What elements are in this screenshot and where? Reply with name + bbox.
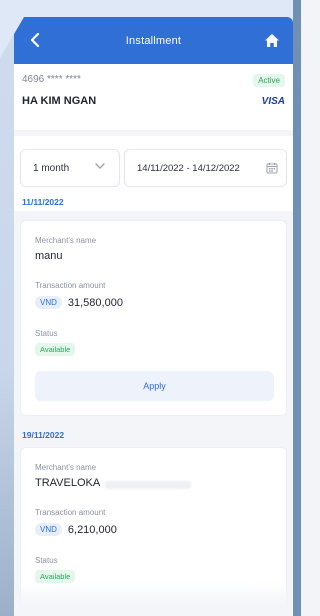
card-holder-name: HA KIM NGAN [22,95,97,107]
merchant-label: Merchant's name [35,463,97,472]
amount-row: VND 31,580,000 [35,296,123,309]
date-group-header: 19/11/2022 [22,430,65,440]
merchant-name: TRAVELOKA [35,477,101,489]
app-header: Installment [14,17,293,64]
chevron-down-icon [95,163,105,169]
transaction-card: Merchant's name manu Transaction amount … [20,220,287,416]
amount-label: Transaction amount [35,508,106,517]
apply-button[interactable]: Apply [35,371,274,401]
date-range-value: 14/11/2022 - 14/12/2022 [137,162,240,174]
home-button[interactable] [261,29,283,51]
merchant-name: manu [35,250,63,262]
period-select-value: 1 month [33,162,70,174]
status-label: Status [35,329,58,338]
currency-badge: VND [35,296,62,309]
date-range-picker[interactable]: 14/11/2022 - 14/12/2022 [124,149,287,187]
status-label: Status [35,556,58,565]
home-icon [265,33,279,47]
status-badge: Available [35,343,76,356]
transaction-amount: 6,210,000 [67,523,117,536]
date-group-header: 11/11/2022 [22,197,64,207]
card-status-badge: Active [253,74,285,87]
card-info-panel: 4696 **** **** HA KIM NGAN Active VISA [14,64,293,130]
back-button[interactable] [24,29,46,51]
bottom-fade [14,582,293,616]
page-title: Installment [125,34,182,47]
calendar-icon [266,162,278,174]
currency-badge: VND [35,523,62,536]
app-screen: Installment 4696 **** **** HA KIM NGAN A… [14,17,293,616]
redacted-text [105,481,191,489]
amount-label: Transaction amount [35,281,106,290]
period-select[interactable]: 1 month [20,149,120,187]
card-brand-logo: VISA [261,96,285,107]
card-number: 4696 **** **** [22,74,81,85]
amount-row: VND 6,210,000 [35,523,117,536]
merchant-label: Merchant's name [35,236,97,245]
transaction-amount: 31,580,000 [67,296,123,309]
device-background-right [293,0,301,616]
filter-panel: 1 month 14/11/2022 - 14/12/2022 11/11/20… [14,136,293,211]
chevron-left-icon [30,33,40,47]
